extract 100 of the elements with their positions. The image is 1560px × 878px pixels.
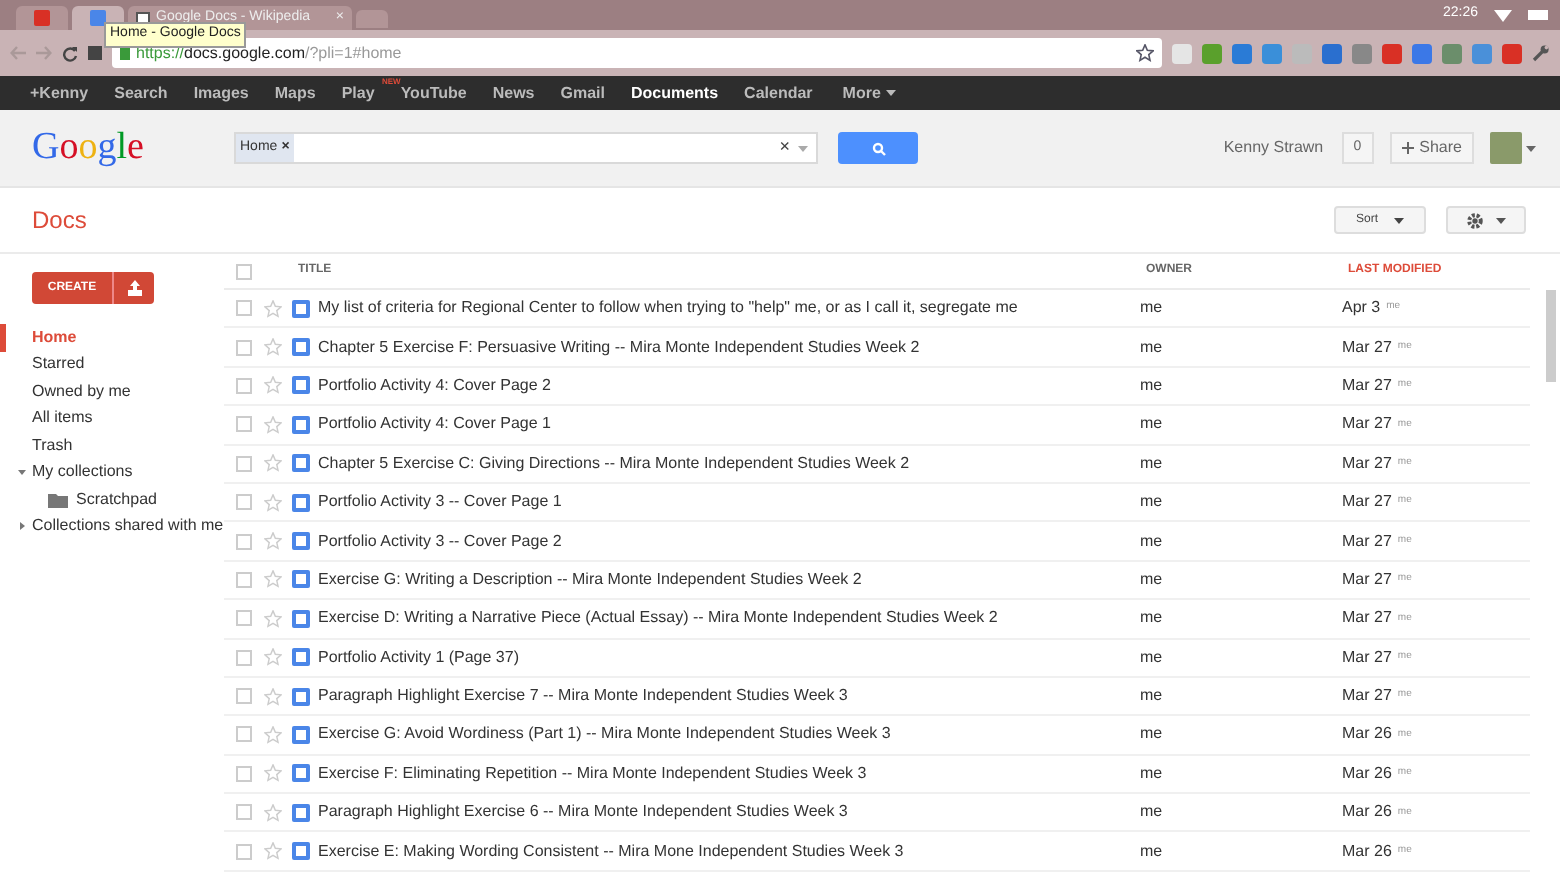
settings-icon — [1466, 211, 1484, 229]
forward-icon[interactable] — [36, 46, 52, 60]
address-bar[interactable]: https://docs.google.com/?pli=1#home — [112, 38, 1162, 68]
row-checkbox[interactable] — [236, 494, 252, 511]
owner-cell-text: me — [1140, 296, 1165, 321]
owner-cell-text: me — [1140, 761, 1165, 786]
star-icon[interactable] — [264, 648, 282, 667]
file-title[interactable]: Exercise F: Eliminating Repetition -- Mira Monte Independent Studies Week 3 — [318, 761, 1140, 786]
file-title[interactable]: Portfolio Activity 3 -- Cover Page 1 — [318, 490, 1140, 515]
sidebar-link[interactable]: Collections shared with me — [32, 514, 224, 539]
sidebar-link[interactable]: Trash — [0, 433, 73, 458]
row-checkbox[interactable] — [236, 765, 252, 782]
nav-link[interactable]: Gmail — [560, 81, 605, 105]
file-title[interactable]: Portfolio Activity 4: Cover Page 1 — [318, 412, 1140, 437]
owner-cell-text: me — [1140, 645, 1165, 670]
file-title[interactable]: Exercise D: Writing a Narrative Piece (Actual Essay) -- Mira Monte Independent Studies Week 2 — [318, 606, 1140, 631]
star-icon[interactable] — [264, 764, 282, 783]
sidebar-link[interactable]: All items — [0, 406, 93, 431]
browser-tab[interactable] — [16, 6, 68, 30]
star-icon[interactable] — [264, 299, 282, 318]
document-icon — [292, 493, 310, 512]
user-name[interactable]: Kenny Strawn — [1223, 136, 1324, 160]
caret-icon — [1394, 217, 1404, 223]
row-checkbox[interactable] — [236, 726, 252, 743]
nav-link[interactable]: Search — [114, 81, 168, 105]
battery-icon — [1528, 10, 1548, 20]
file-title[interactable]: Chapter 5 Exercise F: Persuasive Writing -- Mira Monte Independent Studies Week 2 — [318, 335, 1140, 360]
file-title[interactable]: Paragraph Highlight Exercise 7 -- Mira Monte Independent Studies Week 3 — [318, 684, 1140, 709]
owner-cell-text: me — [1140, 451, 1165, 476]
document-icon — [292, 299, 310, 318]
star-icon[interactable] — [264, 687, 282, 706]
star-icon[interactable] — [264, 842, 282, 861]
modified-date: Mar 27 — [1342, 373, 1392, 398]
modified-date: Mar 27 — [1342, 490, 1392, 515]
star-icon[interactable] — [264, 415, 282, 434]
star-icon[interactable] — [264, 454, 282, 473]
settings-button[interactable] — [1446, 206, 1526, 234]
sidebar-link[interactable]: My collections — [32, 460, 133, 485]
url-host: docs.google.com — [184, 41, 305, 65]
file-title[interactable]: Exercise G: Avoid Wordiness (Part 1) -- Mira Monte Independent Studies Week 3 — [318, 722, 1140, 747]
search-button[interactable] — [838, 132, 918, 164]
star-icon[interactable] — [264, 532, 282, 551]
nav-link[interactable]: Images — [193, 81, 249, 105]
url-scheme: https:// — [136, 41, 185, 65]
row-checkbox[interactable] — [236, 649, 252, 666]
reload-icon[interactable] — [62, 45, 78, 61]
row-checkbox[interactable] — [236, 300, 252, 317]
share-button[interactable]: Share — [1389, 132, 1474, 164]
back-icon[interactable] — [10, 46, 26, 60]
bookmark-star-icon[interactable] — [1136, 44, 1154, 62]
owner-cell-text: me — [1140, 567, 1165, 592]
nav-link[interactable]: +Kenny — [30, 81, 89, 105]
star-icon[interactable] — [264, 609, 282, 628]
upload-button[interactable] — [112, 272, 154, 304]
file-title[interactable]: Portfolio Activity 1 (Page 37) — [318, 645, 1140, 670]
nav-link[interactable]: YouTube — [400, 81, 467, 105]
row-checkbox[interactable] — [236, 804, 252, 821]
row-checkbox[interactable] — [236, 843, 252, 860]
row-checkbox[interactable] — [236, 455, 252, 472]
file-title[interactable]: My list of criteria for Regional Center to follow when trying to "help" me, or as I call it, segregate me — [318, 296, 1140, 321]
document-icon — [292, 764, 310, 783]
row-checkbox[interactable] — [236, 571, 252, 588]
file-title[interactable]: Portfolio Activity 3 -- Cover Page 2 — [318, 529, 1140, 554]
file-title[interactable]: Exercise E: Making Wording Consistent -- Mira Mone Independent Studies Week 3 — [318, 839, 1140, 864]
sidebar-link[interactable]: Owned by me — [0, 379, 131, 404]
file-title[interactable]: Chapter 5 Exercise C: Giving Directions -- Mira Monte Independent Studies Week 2 — [318, 451, 1140, 476]
nav-link[interactable]: News — [492, 81, 535, 105]
nav-link[interactable]: Calendar — [744, 81, 813, 105]
row-checkbox[interactable] — [236, 377, 252, 394]
modified-date: Mar 27 — [1342, 684, 1392, 709]
new-tab-button[interactable] — [356, 10, 388, 28]
selection-marker — [0, 324, 6, 351]
star-icon[interactable] — [264, 376, 282, 395]
nav-link[interactable]: Maps — [274, 81, 316, 105]
star-icon[interactable] — [264, 803, 282, 822]
nav-link[interactable]: Documents — [630, 81, 719, 105]
more-menu[interactable]: More — [842, 81, 897, 105]
caret-down-icon[interactable] — [18, 468, 26, 477]
sidebar-link[interactable]: Starred — [0, 352, 85, 377]
file-title[interactable]: Portfolio Activity 4: Cover Page 2 — [318, 373, 1140, 398]
star-icon[interactable] — [264, 338, 282, 357]
caret-right-icon[interactable] — [18, 522, 26, 531]
select-all-checkbox[interactable] — [236, 263, 252, 279]
row-checkbox[interactable] — [236, 610, 252, 627]
file-title[interactable]: Paragraph Highlight Exercise 6 -- Mira Monte Independent Studies Week 3 — [318, 800, 1140, 825]
wrench-icon[interactable] — [1532, 44, 1550, 62]
star-icon[interactable] — [264, 570, 282, 589]
row-checkbox[interactable] — [236, 533, 252, 550]
avatar[interactable] — [1490, 132, 1522, 164]
row-checkbox[interactable] — [236, 339, 252, 356]
file-title[interactable]: Exercise G: Writing a Description -- Mira Monte Independent Studies Week 2 — [318, 567, 1140, 592]
sidebar-link[interactable]: Home — [0, 325, 77, 350]
sidebar-link[interactable]: Scratchpad — [76, 487, 157, 512]
clear-button[interactable]: × — [779, 134, 790, 162]
star-icon[interactable] — [264, 725, 282, 744]
document-icon — [292, 609, 310, 628]
row-checkbox[interactable] — [236, 416, 252, 433]
owner-cell-text: me — [1140, 722, 1165, 747]
star-icon[interactable] — [264, 493, 282, 512]
row-checkbox[interactable] — [236, 688, 252, 705]
